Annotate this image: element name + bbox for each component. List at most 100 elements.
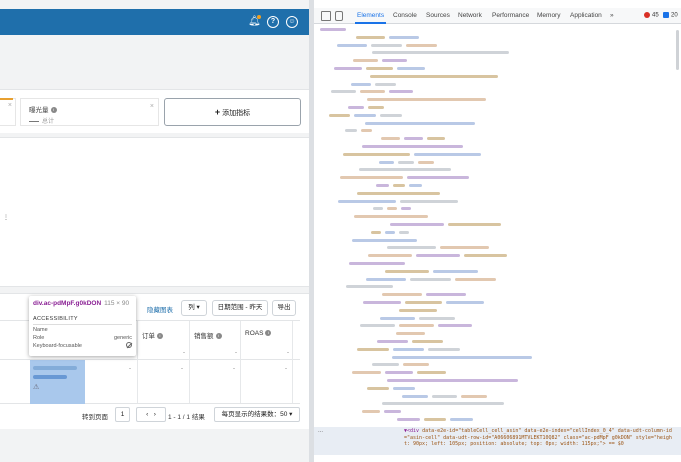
dom-tree-line[interactable] — [336, 43, 368, 47]
dom-tree-line[interactable] — [446, 301, 484, 304]
more-tabs-button[interactable]: » — [610, 12, 614, 19]
dom-tree-line[interactable] — [399, 199, 458, 203]
page-number-input[interactable]: 1 — [115, 407, 130, 422]
page-size-select[interactable]: 每页显示的结果数：50 ▾ — [214, 407, 300, 422]
dom-tree-line[interactable] — [390, 223, 444, 226]
dom-tree-line[interactable] — [402, 394, 428, 398]
dom-tree-line[interactable] — [387, 379, 518, 382]
export-button[interactable]: 导出 — [272, 300, 296, 316]
dom-tree-line[interactable] — [384, 269, 430, 273]
dom-tree-line[interactable] — [350, 82, 372, 86]
inspect-icon[interactable] — [321, 11, 331, 21]
tab-elements[interactable]: Elements — [354, 12, 387, 24]
dom-tree-line[interactable] — [387, 246, 437, 250]
dom-tree-line[interactable] — [352, 371, 381, 375]
hide-chart-link[interactable]: 隐藏图表 — [147, 304, 173, 314]
dom-tree-line[interactable] — [447, 223, 501, 226]
dom-tree-line[interactable] — [363, 301, 401, 304]
dom-tree-line[interactable] — [372, 363, 399, 367]
dom-tree-line[interactable] — [373, 207, 384, 211]
dom-tree-line[interactable] — [372, 51, 510, 55]
dom-tree-line[interactable] — [360, 324, 396, 328]
dom-tree-line[interactable] — [404, 301, 443, 304]
dom-tree-line[interactable] — [349, 262, 405, 265]
dom-tree-line[interactable] — [367, 386, 389, 390]
dom-tree-line[interactable] — [454, 277, 496, 281]
user-icon[interactable]: ☺︎ — [286, 16, 298, 28]
dom-tree-line[interactable] — [428, 347, 460, 351]
message-count-badge[interactable]: 20 — [663, 12, 678, 19]
dom-tree-line[interactable] — [354, 113, 377, 117]
metric-card-previous[interactable]: × — [0, 98, 16, 126]
add-metric-button[interactable]: + 添加指标 — [164, 98, 301, 126]
dom-tree-line[interactable] — [387, 207, 398, 211]
dom-tree-line[interactable] — [410, 277, 451, 281]
dom-tree-line[interactable] — [384, 371, 414, 375]
tab-application[interactable]: Application — [570, 12, 602, 19]
dom-tree-line[interactable] — [382, 293, 423, 297]
dom-tree-line[interactable] — [360, 90, 385, 94]
dom-tree-line[interactable] — [383, 410, 401, 414]
close-icon[interactable]: × — [8, 102, 12, 109]
date-range-button[interactable]: 日期范围 - 昨天 — [212, 300, 268, 316]
dom-tree-line[interactable] — [370, 230, 381, 234]
dom-tree-line[interactable] — [396, 332, 426, 336]
tab-console[interactable]: Console — [393, 12, 417, 19]
close-icon[interactable]: × — [150, 103, 154, 110]
dom-tree-line[interactable] — [364, 121, 475, 125]
dom-tree-line[interactable] — [340, 176, 403, 180]
dom-tree-line[interactable] — [461, 394, 487, 398]
metric-card-impressions[interactable]: 曝光量 i × 总计 — [20, 98, 159, 126]
dom-tree-line[interactable] — [413, 152, 481, 156]
dom-tree-line[interactable] — [417, 160, 434, 164]
tab-performance[interactable]: Performance — [492, 12, 529, 19]
dom-tree-line[interactable] — [357, 347, 389, 351]
dom-tree-line[interactable] — [368, 254, 412, 258]
tab-sources[interactable]: Sources — [426, 12, 450, 19]
dom-tree-line[interactable] — [328, 113, 351, 117]
dom-tree-line[interactable] — [450, 418, 473, 421]
dom-tree-line[interactable] — [334, 67, 362, 70]
dom-tree-line[interactable] — [409, 184, 422, 187]
dom-tree-line[interactable] — [376, 184, 389, 187]
dom-tree-line[interactable] — [398, 308, 437, 312]
dom-tree-line[interactable] — [433, 269, 478, 273]
dom-tree-line[interactable] — [365, 277, 407, 281]
dom-tree-line[interactable] — [342, 152, 410, 156]
column-header-sales[interactable]: 销售额 i — [194, 330, 222, 340]
dom-tree-line[interactable] — [392, 355, 532, 359]
dom-tree-line[interactable] — [405, 43, 437, 47]
dom-tree-line[interactable] — [362, 410, 380, 414]
dom-tree-line[interactable] — [378, 160, 395, 164]
error-count-badge[interactable]: 45 — [644, 12, 659, 19]
dom-tree-line[interactable] — [362, 145, 463, 148]
dom-tree-line[interactable] — [398, 230, 409, 234]
dom-tree-line[interactable] — [345, 129, 357, 133]
dom-tree-line[interactable] — [388, 90, 414, 94]
dom-tree-line[interactable] — [426, 293, 467, 297]
dom-tree-line[interactable] — [369, 74, 498, 78]
dom-tree-line[interactable] — [381, 137, 400, 141]
selected-dom-node[interactable]: ... ▼<div data-e2e-id="tableCell_cell_as… — [314, 427, 681, 455]
dom-tree-line[interactable] — [423, 418, 447, 421]
dom-tree-line[interactable] — [403, 137, 423, 141]
dom-tree-line[interactable] — [348, 106, 364, 109]
dom-tree-line[interactable] — [397, 67, 425, 70]
dom-tree-line[interactable] — [382, 59, 408, 63]
dom-tree-line[interactable] — [346, 285, 394, 289]
tab-network[interactable]: Network — [458, 12, 482, 19]
bell-icon[interactable]: 🔔︎ — [248, 15, 261, 28]
dom-tree-line[interactable] — [412, 340, 443, 343]
dom-tree-line[interactable] — [415, 254, 460, 258]
dom-tree-line[interactable] — [351, 238, 417, 242]
dom-tree-line[interactable] — [368, 106, 384, 109]
dom-tree-line[interactable] — [371, 43, 402, 47]
dom-tree-line[interactable] — [331, 90, 357, 94]
dom-tree-line[interactable] — [419, 316, 455, 320]
dom-tree-line[interactable] — [375, 82, 396, 86]
dom-tree-line[interactable] — [437, 324, 473, 328]
dom-tree-line[interactable] — [402, 363, 429, 367]
dom-tree-line[interactable] — [426, 137, 446, 141]
dom-tree-line[interactable] — [389, 35, 419, 39]
dom-tree-line[interactable] — [401, 207, 412, 211]
